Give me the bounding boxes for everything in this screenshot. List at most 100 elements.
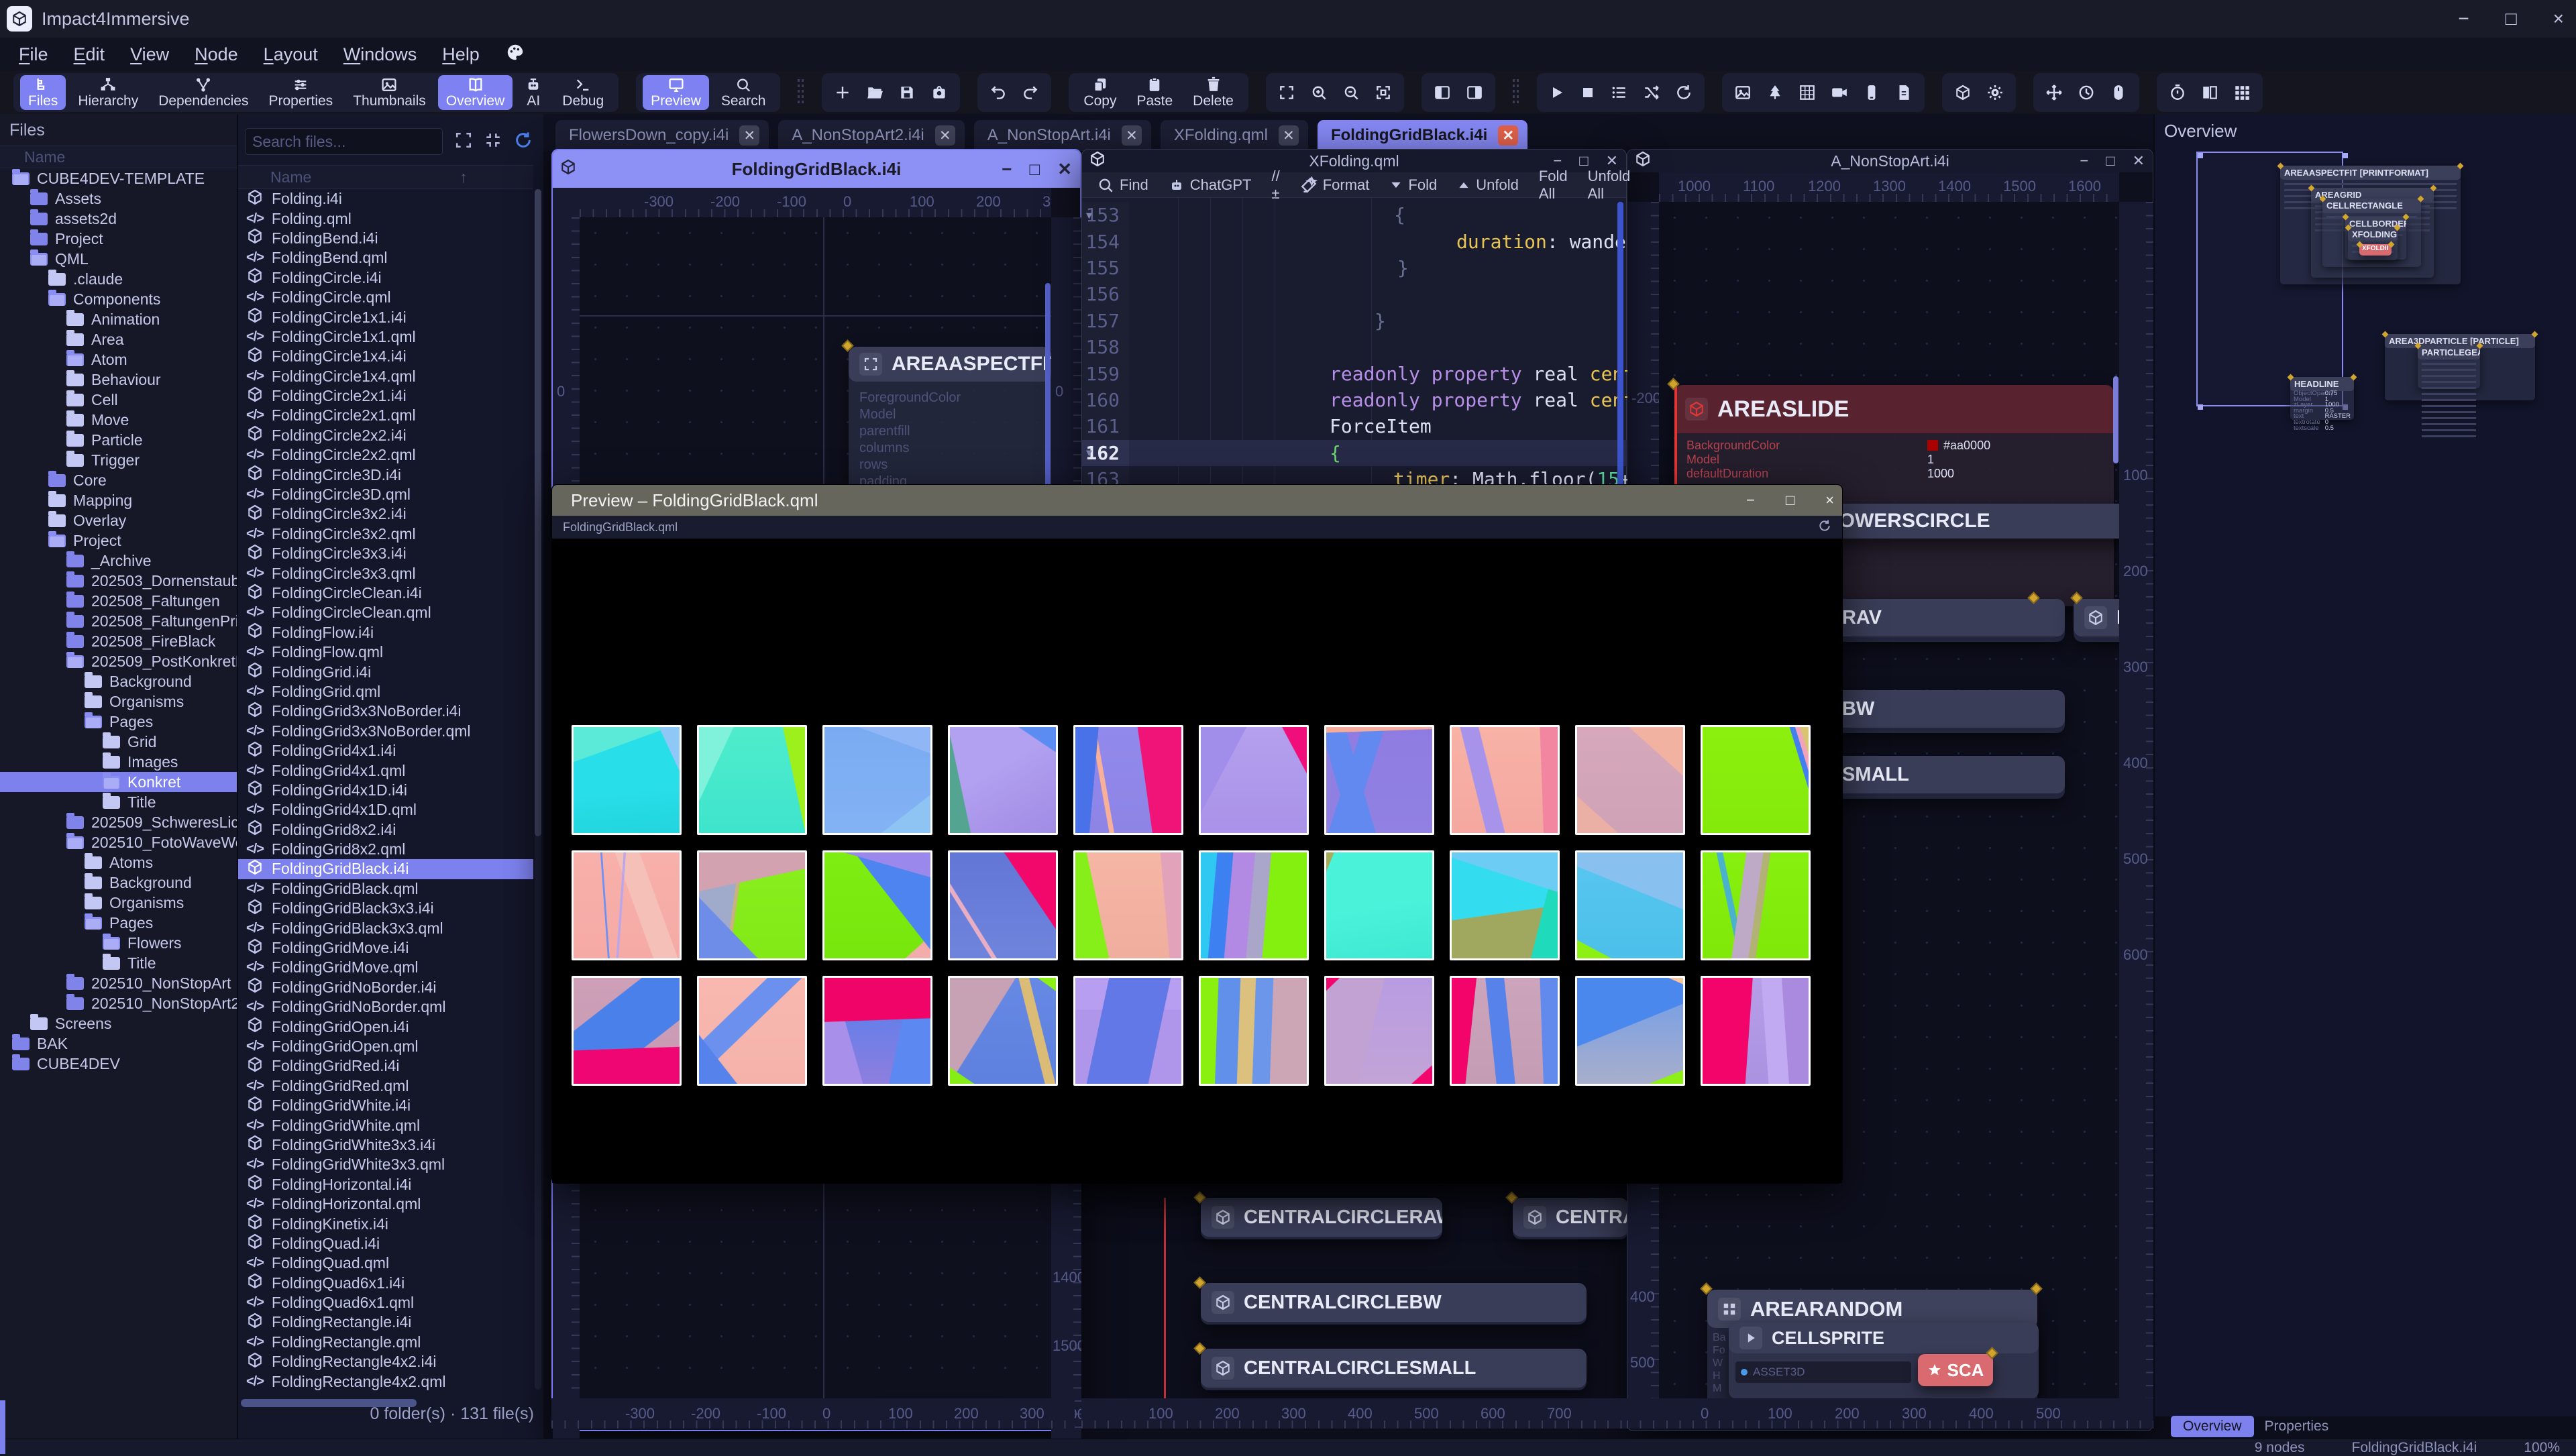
node-centralcir[interactable]: CENTRALCIR bbox=[1513, 1198, 1628, 1239]
toolbar-button-refresh[interactable] bbox=[1670, 75, 1698, 110]
minimap-node-hdl[interactable]: HEADLINEObjectOpacity0.75Model1zLayer100… bbox=[2290, 377, 2354, 420]
code-toolbar-find[interactable]: Find bbox=[1097, 176, 1148, 194]
preview-maximize-icon[interactable]: □ bbox=[1786, 492, 1794, 509]
toolbar-button-thumbnails[interactable]: Thumbnails bbox=[345, 75, 434, 110]
tree-column-header[interactable]: Name bbox=[0, 146, 237, 168]
tree-item-assets[interactable]: Assets bbox=[0, 188, 237, 209]
file-item[interactable]: </>FoldingHorizontal.qml bbox=[238, 1194, 533, 1214]
file-item[interactable]: FoldingFlow.i4i bbox=[238, 623, 533, 642]
toolbar-button-search[interactable]: Search bbox=[713, 75, 774, 110]
tree-item-konkret[interactable]: Konkret bbox=[0, 772, 237, 792]
close-icon[interactable]: ✕ bbox=[1057, 159, 1072, 180]
tree-item-mapping[interactable]: Mapping bbox=[0, 490, 237, 510]
file-item[interactable]: FoldingGridMove.i4i bbox=[238, 938, 533, 958]
file-item[interactable]: </>FoldingCircle3D.qml bbox=[238, 485, 533, 504]
tree-item-trigger[interactable]: Trigger bbox=[0, 450, 237, 470]
toolbar-button-properties[interactable]: Properties bbox=[260, 75, 341, 110]
toolbar-drag-handle[interactable] bbox=[1513, 79, 1519, 106]
menu-item-node[interactable]: Node bbox=[195, 44, 238, 65]
file-item[interactable]: FoldingGrid4x1D.i4i bbox=[238, 781, 533, 800]
tree-item-atom[interactable]: Atom bbox=[0, 349, 237, 370]
file-item[interactable]: FoldingCircle2x2.i4i bbox=[238, 426, 533, 445]
minimize-icon[interactable]: − bbox=[2458, 8, 2469, 30]
tree-item-_archive[interactable]: _Archive bbox=[0, 551, 237, 571]
file-item[interactable]: </>FoldingCircle2x1.qml bbox=[238, 406, 533, 425]
node-centralcirclebw[interactable]: CENTRALCIRCLEBW bbox=[1201, 1283, 1587, 1325]
file-item[interactable]: FoldingHorizontal.i4i bbox=[238, 1175, 533, 1194]
toolbar-button-pattern[interactable] bbox=[1793, 75, 1821, 110]
preview-window[interactable]: Preview – FoldingGridBlack.qml − □ × Fol… bbox=[551, 484, 1843, 1184]
tree-item-core[interactable]: Core bbox=[0, 470, 237, 490]
toolbar-button-dependencies[interactable]: Dependencies bbox=[150, 75, 256, 110]
file-item[interactable]: </>FoldingCircle3x3.qml bbox=[238, 563, 533, 583]
toolbar-button-hierarchy[interactable]: Hierarchy bbox=[70, 75, 146, 110]
toolbar-button-history2[interactable] bbox=[2072, 75, 2100, 110]
file-item[interactable]: FoldingGridNoBorder.i4i bbox=[238, 978, 533, 997]
tree-item-project[interactable]: Project bbox=[0, 530, 237, 551]
file-item[interactable]: FoldingCircleClean.i4i bbox=[238, 583, 533, 603]
tree-item-assets2d[interactable]: assets2d bbox=[0, 209, 237, 229]
toolbar-button-open[interactable] bbox=[861, 75, 889, 110]
node-header[interactable]: CENTRALCIRCLEBW bbox=[1201, 1283, 1587, 1322]
panel-tab-properties[interactable]: Properties bbox=[2265, 1418, 2329, 1435]
tab-foldinggridblacki4i[interactable]: FoldingGridBlack.i4i✕ bbox=[1318, 120, 1527, 151]
code-toolbar-[interactable]: // ± bbox=[1272, 168, 1280, 203]
toolbar-button-debug[interactable]: Debug bbox=[554, 75, 612, 110]
tree-item-bak[interactable]: BAK bbox=[0, 1033, 237, 1054]
minimize-icon[interactable]: − bbox=[2080, 152, 2088, 170]
toolbar-button-move[interactable] bbox=[2040, 75, 2068, 110]
expand-all-icon[interactable] bbox=[455, 131, 472, 152]
sort-arrow[interactable]: ↑ bbox=[460, 168, 468, 186]
toolbar-button-undo[interactable] bbox=[984, 75, 1012, 110]
node-header[interactable]: AREASLIDE bbox=[1674, 385, 2114, 433]
code-toolbar-format[interactable]: Format bbox=[1300, 176, 1370, 194]
tree-item-202509_postkonkretbewegtii[interactable]: 202509_PostKonkretBewegtII bbox=[0, 651, 237, 671]
file-item[interactable]: </>FoldingFlow.qml bbox=[238, 642, 533, 662]
file-item[interactable]: FoldingGridOpen.i4i bbox=[238, 1017, 533, 1036]
file-item[interactable]: FoldingBend.i4i bbox=[238, 229, 533, 248]
file-list-scrollbar[interactable] bbox=[535, 189, 541, 1390]
file-item[interactable]: FoldingCircle3x2.i4i bbox=[238, 504, 533, 524]
menu-item-file[interactable]: File bbox=[19, 44, 48, 65]
file-item[interactable]: </>FoldingGridOpen.qml bbox=[238, 1037, 533, 1056]
tab-anonstoparti4i[interactable]: A_NonStopArt.i4i✕ bbox=[974, 120, 1151, 151]
file-item[interactable]: FoldingGridRed.i4i bbox=[238, 1056, 533, 1076]
tree-item-behaviour[interactable]: Behaviour bbox=[0, 370, 237, 390]
code-line[interactable]: 158 bbox=[1082, 334, 1627, 360]
code-toolbar-unfold[interactable]: Unfold bbox=[1457, 176, 1519, 194]
toolbar-button-gear[interactable] bbox=[1981, 75, 2009, 110]
sidebar-scroll-indicator[interactable] bbox=[0, 1400, 5, 1454]
file-item[interactable]: </>FoldingRectangle.qml bbox=[238, 1333, 533, 1352]
file-item[interactable]: </>FoldingGridWhite3x3.qml bbox=[238, 1155, 533, 1174]
toolbar-button-save[interactable] bbox=[893, 75, 921, 110]
toolbar-button-shuffle[interactable] bbox=[1638, 75, 1666, 110]
file-item[interactable]: FoldingGrid.i4i bbox=[238, 662, 533, 681]
file-item[interactable]: FoldingCircle3D.i4i bbox=[238, 465, 533, 484]
tab-anonstopart2i4i[interactable]: A_NonStopArt2.i4i✕ bbox=[778, 120, 964, 151]
file-item[interactable]: FoldingCircle1x4.i4i bbox=[238, 347, 533, 366]
file-item[interactable]: </>FoldingCircle1x1.qml bbox=[238, 327, 533, 347]
preview-titlebar[interactable]: Preview – FoldingGridBlack.qml − □ × bbox=[552, 485, 1842, 516]
file-item[interactable]: </>FoldingGrid4x1D.qml bbox=[238, 800, 533, 820]
toolbar-drag-handle[interactable] bbox=[798, 79, 804, 106]
menu-item-help[interactable]: Help bbox=[442, 44, 480, 65]
tab-close-icon[interactable]: ✕ bbox=[1279, 125, 1299, 146]
file-item[interactable]: FoldingCircle1x1.i4i bbox=[238, 307, 533, 327]
file-item[interactable]: </>FoldingQuad.qml bbox=[238, 1253, 533, 1273]
file-item[interactable]: </>FoldingCircle1x4.qml bbox=[238, 367, 533, 386]
fold-caret-icon[interactable]: ▼ bbox=[1086, 209, 1092, 221]
tree-item-cube4dev[interactable]: CUBE4DEV bbox=[0, 1054, 237, 1074]
menu-item-edit[interactable]: Edit bbox=[74, 44, 105, 65]
tree-item-cell[interactable]: Cell bbox=[0, 390, 237, 410]
file-item[interactable]: </>FoldingCircle.qml bbox=[238, 288, 533, 307]
tree-item-202510_nonstopart[interactable]: 202510_NonStopArt bbox=[0, 973, 237, 993]
tab-close-icon[interactable]: ✕ bbox=[1122, 125, 1142, 146]
tab-close-icon[interactable]: ✕ bbox=[739, 125, 759, 146]
minimap-node-xf2[interactable]: XFOLDII bbox=[2359, 244, 2392, 256]
file-item[interactable]: Folding.i4i bbox=[238, 189, 533, 209]
node-header[interactable]: FLOWERSCI bbox=[2074, 599, 2119, 636]
tab-flowersdowncopyi4i[interactable]: FlowersDown_copy.i4i✕ bbox=[555, 120, 769, 151]
maximize-icon[interactable]: □ bbox=[2106, 152, 2114, 170]
search-input[interactable] bbox=[245, 128, 443, 155]
tree-item-background[interactable]: Background bbox=[0, 873, 237, 893]
